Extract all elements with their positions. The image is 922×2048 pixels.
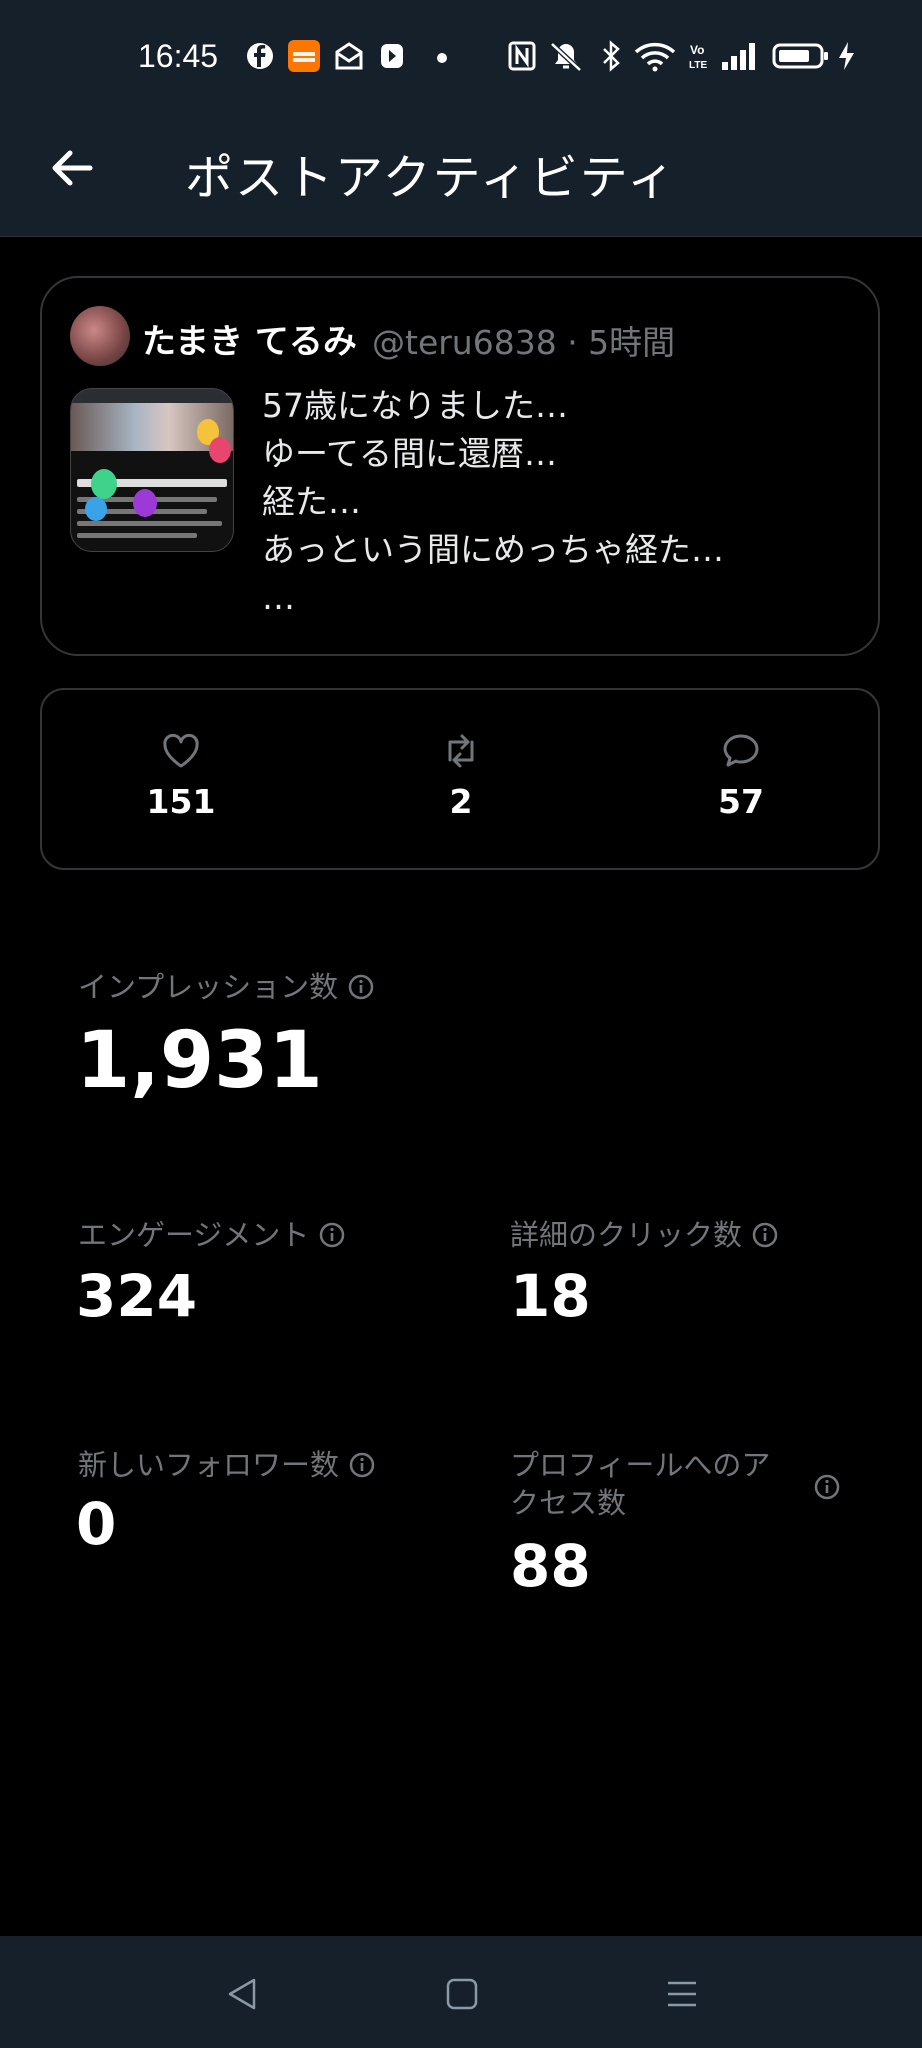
mail-icon (335, 42, 363, 70)
heart-icon (163, 733, 199, 768)
nfc-icon (508, 41, 536, 71)
engagements-label-text: エンゲージメント (78, 1218, 310, 1252)
temu-icon (288, 40, 320, 72)
engagements-value: 324 (76, 1262, 198, 1330)
profile-visits-label-line: クセス数 (510, 1486, 627, 1520)
profile-visits-label: プロフィールへのア クセス数 (510, 1446, 770, 1522)
info-icon[interactable] (349, 1452, 375, 1478)
mute-icon (550, 42, 582, 72)
new-followers-label-text: 新しいフォロワー数 (78, 1448, 340, 1482)
app-bar: ポストアクティビティ (0, 110, 922, 237)
wifi-icon (634, 42, 676, 72)
new-followers-label: 新しいフォロワー数 (78, 1446, 375, 1484)
impressions-value: 1,931 (76, 1016, 323, 1106)
svg-text:Vo: Vo (690, 43, 704, 57)
replies-stat[interactable]: 57 (681, 730, 801, 821)
reposts-stat[interactable]: 2 (401, 730, 521, 821)
profile-visits-value: 88 (510, 1532, 591, 1600)
info-icon[interactable] (752, 1222, 778, 1248)
author-name: たまき てるみ (142, 322, 357, 362)
post-line: あっという間にめっちゃ経た… (262, 530, 724, 569)
volte-icon: Vo LTE (689, 43, 707, 71)
detail-clicks-label: 詳細のクリック数 (510, 1216, 778, 1254)
detail-clicks-value: 18 (510, 1262, 591, 1330)
likes-stat[interactable]: 151 (121, 730, 241, 821)
system-nav-bar (0, 1936, 922, 2048)
charging-icon (839, 42, 854, 70)
replies-count: 57 (718, 782, 764, 821)
bluetooth-icon (603, 40, 620, 72)
likes-count: 151 (146, 782, 216, 821)
signal-icon (722, 43, 755, 70)
author-handle-time: @teru6838 · 5時間 (372, 323, 676, 362)
page-title: ポストアクティビティ (185, 150, 677, 206)
status-time: 16:45 (138, 38, 219, 74)
impressions-label-text: インプレッション数 (78, 970, 339, 1004)
new-followers-value: 0 (76, 1490, 117, 1558)
post-text: 57歳になりました… ゆーてる間に還暦… 経た… あっという間にめっちゃ経た… … (262, 382, 724, 622)
profile-visits-label-line: プロフィールへのア (510, 1448, 771, 1482)
detail-clicks-label-text: 詳細のクリック数 (510, 1218, 743, 1252)
repost-icon (448, 734, 474, 768)
reposts-count: 2 (449, 782, 473, 821)
info-icon[interactable] (319, 1222, 345, 1248)
post-card[interactable]: たまき てるみ @teru6838 · 5時間 57歳になりました… ゆーてる間… (40, 276, 880, 656)
nav-back-icon[interactable] (224, 1976, 260, 2012)
dot-icon (437, 53, 447, 63)
post-line: 経た… (262, 482, 361, 521)
engagement-stats: 151 2 57 (40, 688, 880, 870)
reply-icon (723, 734, 759, 767)
info-icon[interactable] (348, 974, 374, 1000)
info-icon[interactable] (814, 1474, 840, 1500)
nav-home-icon[interactable] (444, 1976, 480, 2012)
video-icon (381, 44, 403, 68)
avatar[interactable] (70, 306, 130, 366)
back-arrow-icon[interactable] (48, 144, 96, 192)
post-thumbnail[interactable] (70, 388, 234, 552)
post-line: ゆーてる間に還暦… (262, 434, 558, 473)
post-line: 57歳になりました… (262, 386, 568, 425)
svg-text:LTE: LTE (689, 60, 707, 71)
engagements-label: エンゲージメント (78, 1216, 345, 1254)
facebook-icon (247, 43, 273, 69)
nav-menu-icon[interactable] (664, 1976, 700, 2012)
status-bar: 16:45 Vo LTE (0, 0, 922, 110)
battery-icon (772, 43, 828, 69)
post-line: … (262, 578, 295, 617)
impressions-label: インプレッション数 (78, 968, 374, 1006)
